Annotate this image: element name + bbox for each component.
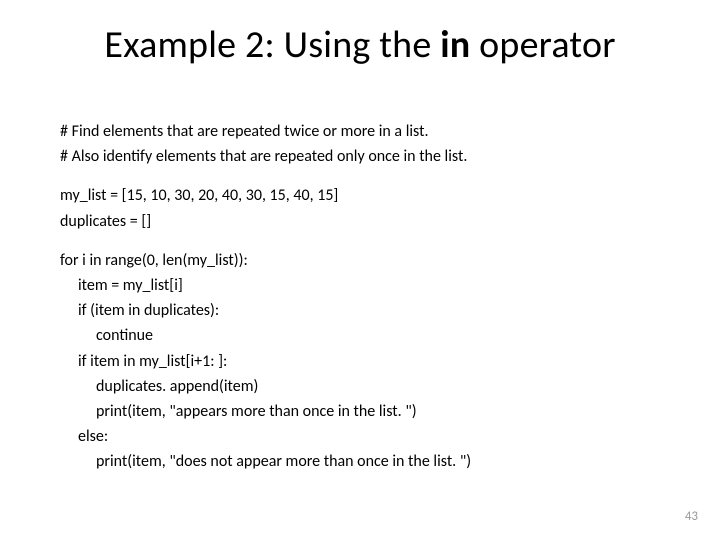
code-line: duplicates. append(item) (60, 375, 660, 398)
code-line: if item in my_list[i+1: ]: (60, 350, 660, 373)
code-line: item = my_list[i] (60, 274, 660, 297)
code-line: continue (60, 324, 660, 347)
code-line: print(item, "does not appear more than o… (60, 450, 660, 473)
title-prefix: Example 2: Using the (104, 22, 440, 68)
title-keyword: in (440, 22, 470, 68)
code-line: my_list = [15, 10, 30, 20, 40, 30, 15, 4… (60, 184, 660, 207)
slide-title: Example 2: Using the in operator (0, 22, 720, 68)
code-line: duplicates = [] (60, 210, 660, 233)
code-line: if (item in duplicates): (60, 299, 660, 322)
slide: Example 2: Using the in operator # Find … (0, 0, 720, 540)
code-line: for i in range(0, len(my_list)): (60, 249, 660, 272)
code-body: # Find elements that are repeated twice … (60, 120, 660, 475)
code-line: else: (60, 425, 660, 448)
code-line: print(item, "appears more than once in t… (60, 400, 660, 423)
title-suffix: operator (470, 22, 615, 68)
comment-line: # Also identify elements that are repeat… (60, 145, 660, 168)
comment-line: # Find elements that are repeated twice … (60, 120, 660, 143)
page-number: 43 (685, 509, 698, 524)
